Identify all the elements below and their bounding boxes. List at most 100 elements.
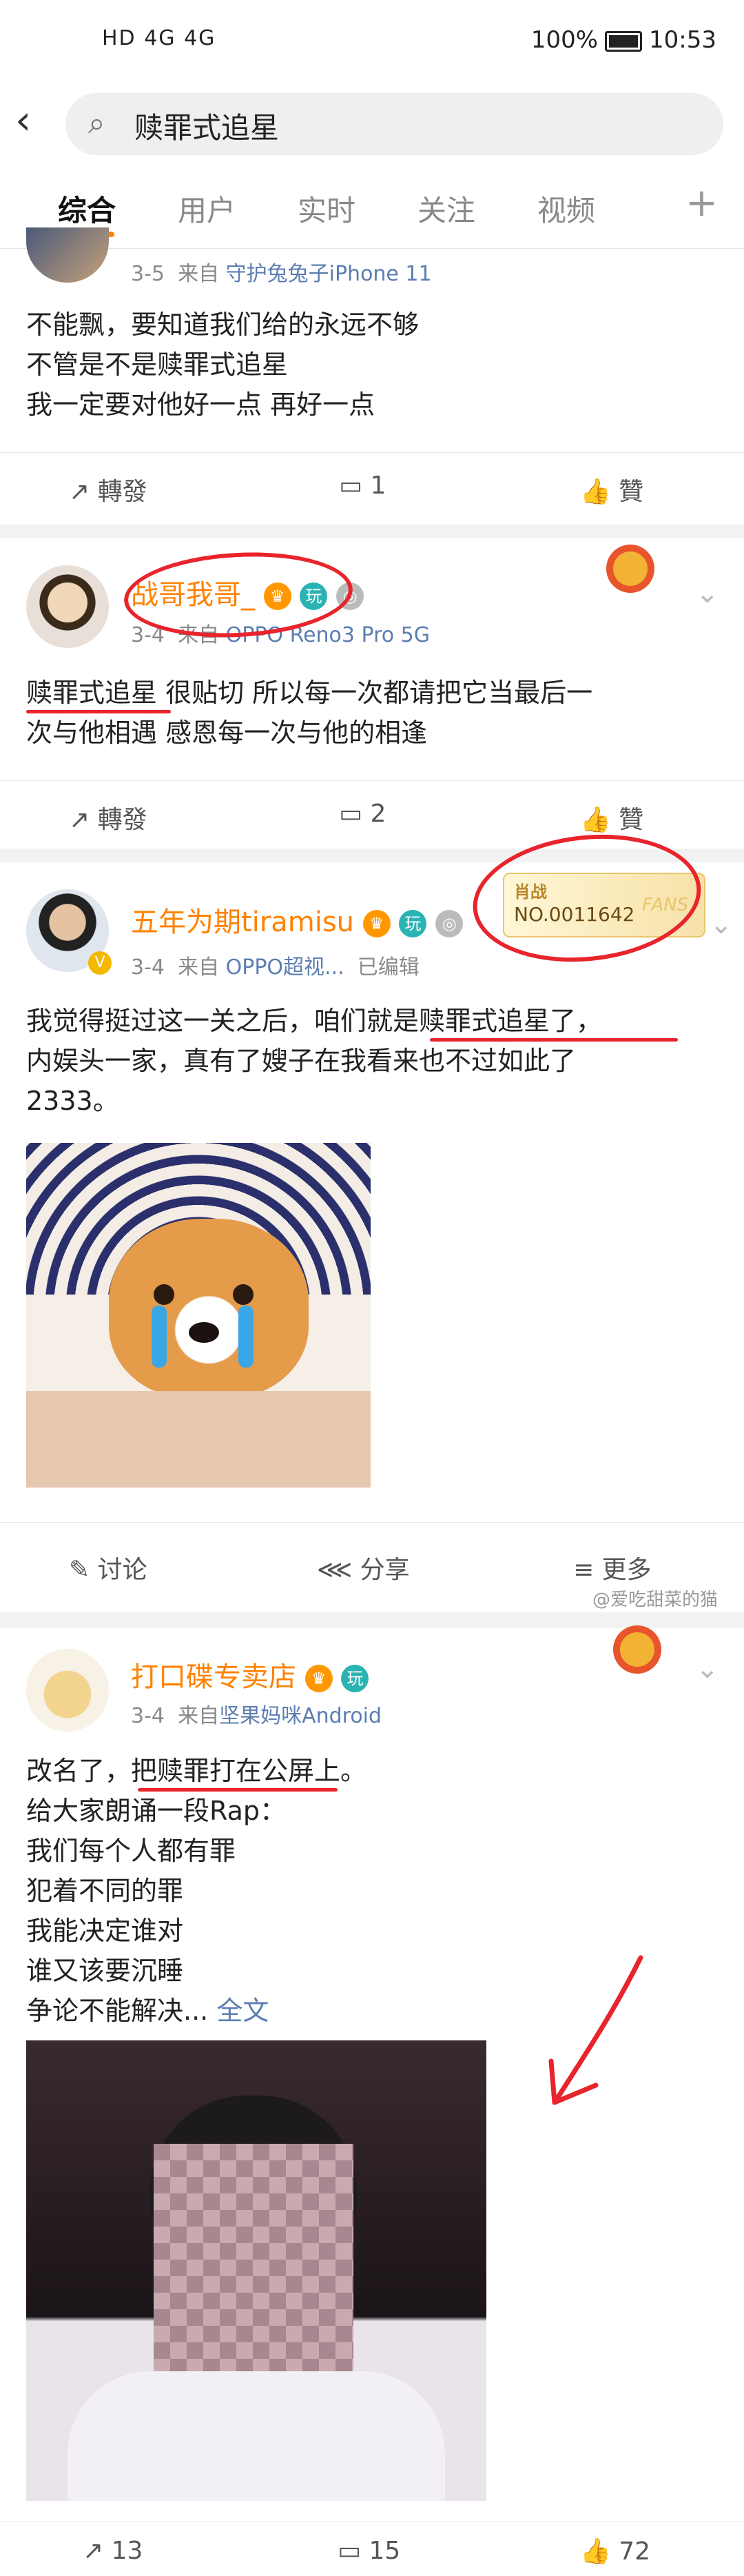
post-text: 我觉得挺过这一关之后，咱们就是赎罪式追星了， 内娱头一家，真有了嫂子在我看来也不…	[26, 1001, 729, 1121]
more-icon: ≡	[573, 1556, 595, 1584]
repost-icon: ↗	[69, 478, 90, 506]
repost-label: 轉發	[97, 478, 147, 506]
tab-realtime[interactable]: 实时	[298, 187, 355, 230]
post-line: 犯着不同的罪	[26, 1876, 184, 1906]
post-source[interactable]: 守护兔兔子iPhone 11	[226, 262, 432, 286]
repost-count: 13	[111, 2537, 143, 2565]
add-tab-icon[interactable]: +	[685, 181, 718, 225]
hotpot-sticker-icon	[606, 545, 654, 593]
medal-icon: ◎	[435, 910, 464, 937]
divider	[0, 780, 744, 781]
comment-icon: ▭	[339, 471, 363, 500]
image-watermark: @爱吃甜菜的猫	[592, 1590, 719, 1610]
username-text: 打口碟专卖店	[131, 1661, 296, 1693]
comment-count: 2	[370, 800, 386, 828]
post-meta: 3-4 来自坚果妈咪Android	[131, 1698, 382, 1729]
like-count: 72	[619, 2537, 651, 2566]
repost-button[interactable]: ↗ 13	[83, 2537, 143, 2565]
post-line: 争论不能解决...	[26, 1996, 209, 2026]
post-line: 内娱头一家，真有了嫂子在我看来也不过如此了	[26, 1046, 577, 1076]
discuss-button[interactable]: ✎ 讨论	[69, 1550, 147, 1585]
share-icon: ⋘	[317, 1556, 353, 1584]
post-line: 改名了，把赎罪打在公屏上。	[26, 1756, 367, 1786]
comment-button[interactable]: ▭ 2	[339, 800, 386, 828]
username-text: 五年为期tiramisu	[131, 906, 355, 938]
tab-following[interactable]: 关注	[417, 187, 475, 230]
like-button[interactable]: 👍 贊	[580, 471, 643, 507]
thumbs-up-icon: 👍	[580, 2537, 611, 2566]
vip-crown-icon: ♛	[362, 910, 391, 937]
battery-icon	[605, 30, 643, 52]
post-line: 我觉得挺过这一关之后，咱们就是赎罪式追星了，	[26, 1006, 603, 1036]
comment-button[interactable]: ▭ 15	[338, 2537, 400, 2565]
hotpot-sticker-icon	[613, 1625, 661, 1674]
like-button[interactable]: 👍 72	[580, 2537, 650, 2566]
level-badge-icon: 玩	[341, 1665, 369, 1692]
post-line: 不管是不是赎罪式追星	[26, 349, 289, 380]
chevron-down-icon[interactable]: ⌄	[710, 909, 733, 940]
search-icon: ⌕	[88, 105, 105, 141]
post-meta: 3-5 来自 守护兔兔子iPhone 11	[131, 256, 432, 287]
post-line: 给大家朗诵一段Rap：	[26, 1796, 286, 1826]
avatar[interactable]	[26, 565, 109, 648]
post-from: 来自	[178, 955, 220, 980]
verified-badge-icon: V	[88, 951, 112, 975]
like-label: 贊	[619, 478, 644, 506]
post-source[interactable]: 坚果妈咪Android	[219, 1704, 382, 1728]
comment-count: 15	[369, 2537, 401, 2565]
red-underline-annotation	[430, 1038, 678, 1042]
level-badge-icon: 玩	[399, 910, 427, 937]
like-button[interactable]: 👍 贊	[580, 800, 643, 835]
post-image-shiba[interactable]	[26, 1143, 371, 1488]
repost-icon: ↗	[83, 2537, 104, 2565]
more-label: 更多	[601, 1556, 652, 1584]
vip-crown-icon: ♛	[304, 1665, 333, 1692]
post-line: 次与他相遇 感恩每一次与他的相逢	[26, 718, 428, 748]
post-line: 赎罪式追星 很贴切 所以每一次都请把它当最后一	[26, 678, 593, 708]
comment-icon: ▭	[338, 2537, 362, 2565]
divider	[0, 1522, 744, 1523]
thumbs-up-icon: 👍	[580, 806, 611, 834]
back-icon[interactable]: ‹	[15, 97, 31, 143]
repost-button[interactable]: ↗ 轉發	[69, 471, 147, 507]
comment-button[interactable]: ▭ 1	[339, 471, 386, 500]
post-date: 3-5	[131, 262, 165, 286]
tab-video[interactable]: 视频	[537, 187, 595, 230]
post-line: 我们每个人都有罪	[26, 1836, 236, 1866]
share-button[interactable]: ⋘ 分享	[317, 1550, 410, 1585]
search-query[interactable]: 赎罪式追星	[134, 105, 279, 147]
chevron-down-icon[interactable]: ⌄	[696, 1653, 719, 1685]
post-line: 不能飘，要知道我们给的永远不够	[26, 310, 420, 340]
post-from: 来自	[178, 262, 220, 286]
status-right: 100% 10:53	[531, 26, 716, 54]
edited-label: 已编辑	[357, 955, 420, 980]
username[interactable]: 五年为期tiramisu ♛ 玩 ◎	[131, 900, 464, 940]
red-underline-annotation	[26, 710, 171, 713]
chevron-down-icon[interactable]: ⌄	[696, 578, 719, 609]
more-button[interactable]: ≡ 更多	[573, 1550, 652, 1585]
tab-comprehensive[interactable]: 综合	[58, 187, 116, 230]
repost-label: 轉發	[97, 806, 147, 834]
post-date: 3-4	[131, 955, 165, 980]
repost-button[interactable]: ↗ 轉發	[69, 800, 147, 835]
discuss-label: 讨论	[97, 1556, 147, 1584]
tab-users[interactable]: 用户	[178, 187, 236, 230]
post-line: 我一定要对他好一点 再好一点	[26, 389, 375, 420]
share-label: 分享	[360, 1556, 410, 1584]
post-image-portrait[interactable]	[26, 2040, 486, 2501]
post-meta: 3-4 来自 OPPO超视... 已编辑	[131, 950, 420, 980]
like-label: 贊	[619, 806, 644, 834]
post-source[interactable]: OPPO超视...	[226, 955, 344, 980]
edit-icon: ✎	[69, 1556, 90, 1584]
post-from: 来自	[178, 1704, 220, 1728]
red-underline-annotation	[138, 1788, 338, 1792]
comment-count: 1	[370, 471, 386, 500]
post-date: 3-4	[131, 1704, 165, 1728]
avatar[interactable]	[26, 1649, 109, 1732]
repost-icon: ↗	[69, 806, 90, 834]
post-line: 2333。	[26, 1086, 119, 1116]
red-arrow-annotation	[537, 1944, 654, 2123]
username[interactable]: 打口碟专卖店 ♛ 玩	[131, 1654, 369, 1694]
full-text-link[interactable]: 全文	[216, 1996, 269, 2026]
clock: 10:53	[649, 26, 716, 54]
